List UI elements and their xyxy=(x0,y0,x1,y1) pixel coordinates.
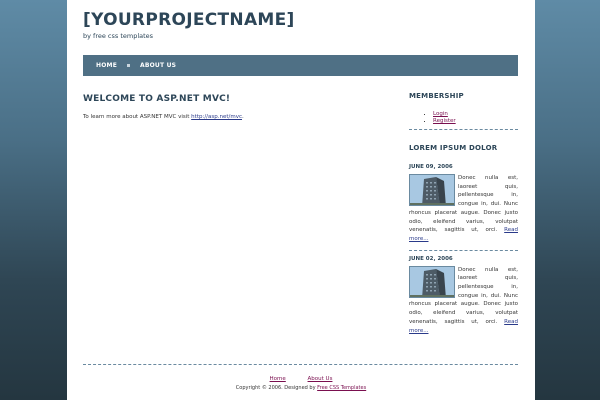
login-link[interactable]: Login xyxy=(433,111,448,117)
news-body: Donec nulla est, laoreet quis, pellentes… xyxy=(409,174,518,244)
news-item: JUNE 02, 2006 Donec nulla est, laoreet q… xyxy=(409,256,518,336)
list-item: Register xyxy=(433,118,518,124)
copyright-text: Copyright © 2006. Designed by xyxy=(235,385,316,391)
intro-paragraph: To learn more about ASP.NET MVC visit ht… xyxy=(83,114,383,120)
news-date: JUNE 09, 2006 xyxy=(409,164,453,170)
footer-link-home[interactable]: Home xyxy=(270,376,286,382)
intro-text: To learn more about ASP.NET MVC visit xyxy=(83,114,190,120)
site-title[interactable]: [YOURPROJECTNAME] xyxy=(83,10,295,30)
designer-link[interactable]: Free CSS Templates xyxy=(317,385,366,391)
site-tagline: by free css templates xyxy=(83,32,154,40)
main-content: WELCOME TO ASP.NET MVC! To learn more ab… xyxy=(83,94,383,120)
membership-links: Login Register xyxy=(433,111,518,124)
register-link[interactable]: Register xyxy=(433,118,456,124)
page-wrapper: [YOURPROJECTNAME] by free css templates … xyxy=(67,0,535,400)
building-thumbnail-icon[interactable] xyxy=(409,174,455,206)
menu-item-about-us[interactable]: ABOUT US xyxy=(140,62,176,69)
page-heading: WELCOME TO ASP.NET MVC! xyxy=(83,94,231,104)
menu-separator xyxy=(127,64,130,67)
building-thumbnail-icon[interactable] xyxy=(409,265,455,298)
menu-item-home[interactable]: HOME xyxy=(96,62,117,69)
main-menu: HOME ABOUT US xyxy=(83,55,518,76)
site-header: [YOURPROJECTNAME] by free css templates xyxy=(83,10,295,40)
news-heading: LOREM IPSUM DOLOR xyxy=(409,144,498,152)
news-date: JUNE 02, 2006 xyxy=(409,255,453,262)
footer-link-about-us[interactable]: About Us xyxy=(308,376,333,382)
intro-suffix: . xyxy=(242,114,244,120)
news-item: JUNE 09, 2006 Donec nulla est, laoreet q… xyxy=(409,164,518,244)
copyright: Copyright © 2006. Designed by Free CSS T… xyxy=(67,385,535,391)
asp-net-mvc-link[interactable]: http://asp.net/mvc xyxy=(191,114,242,120)
sidebar-divider xyxy=(409,129,518,130)
sidebar-divider xyxy=(409,249,518,251)
footer-nav: Home About Us xyxy=(67,376,535,382)
list-item: Login xyxy=(433,111,518,117)
membership-heading: MEMBERSHIP xyxy=(409,92,464,100)
sidebar: MEMBERSHIP Login Register LOREM IPSUM DO… xyxy=(409,92,518,335)
footer-divider xyxy=(83,364,518,365)
news-body: Donec nulla est, laoreet quis, pellentes… xyxy=(409,265,518,336)
